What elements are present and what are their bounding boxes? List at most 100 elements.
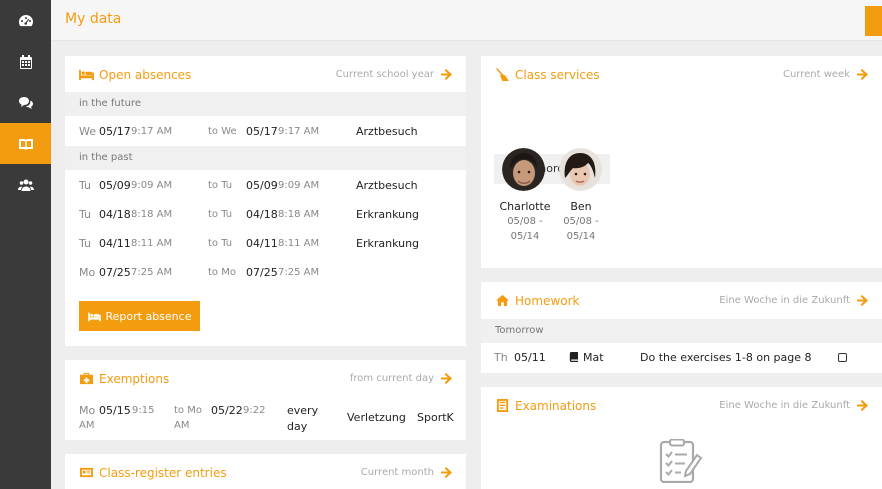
absence-reason: Arztbesuch — [356, 125, 418, 138]
from-ampm: AM — [79, 420, 95, 431]
panel-title: Class services — [515, 68, 600, 82]
to-date: 07/25 — [246, 266, 278, 279]
frequency-line-1: every — [287, 404, 319, 417]
to-time: 9:09 AM — [278, 180, 320, 191]
avatar[interactable] — [559, 148, 602, 191]
arrow-right-icon[interactable] — [856, 294, 869, 307]
open-absences-panel: Open absences Current school year in the… — [65, 56, 466, 346]
absence-row[interactable]: Tu 04/18 8:18 AM to Tu 04/18 8:18 AM Erk… — [65, 200, 466, 229]
panel-header: Exemptions from current day — [65, 360, 466, 398]
users-icon — [17, 179, 34, 191]
from-time: 9:15 — [132, 405, 155, 416]
to-date: 05/22 — [211, 404, 243, 417]
future-section-label: in the future — [65, 92, 466, 116]
from-time: 9:09 AM — [131, 180, 173, 191]
period-link[interactable]: Eine Woche in die Zukunft — [719, 295, 850, 306]
past-section-label: in the past — [65, 146, 466, 170]
chat-icon — [18, 96, 33, 109]
sidebar-item-users[interactable] — [0, 164, 51, 205]
from-day: Tu — [79, 237, 92, 250]
from-time: 8:11 AM — [131, 238, 173, 249]
panel-header: Class-register entries Current month — [65, 454, 466, 489]
panel-header: Open absences Current school year — [65, 56, 466, 94]
from-date: 05/09 — [99, 179, 131, 192]
bed-icon — [79, 69, 94, 81]
exam-icon — [496, 399, 509, 412]
person-name: Charlotte — [499, 200, 551, 213]
absence-row[interactable]: Mo 07/25 7:25 AM to Mo 07/25 7:25 AM — [65, 258, 466, 287]
book-icon — [569, 352, 578, 362]
bed-icon — [87, 312, 101, 321]
from-time: 8:18 AM — [131, 209, 173, 220]
exemption-row[interactable]: Mo 05/15 9:15 AM to Mo 05/22 9:22 AM eve… — [65, 402, 466, 436]
from-date: 05/17 — [99, 125, 131, 138]
to-ampm: AM — [174, 420, 190, 431]
homework-text: Do the exercises 1-8 on page 8 — [640, 351, 812, 364]
empty-checklist-icon — [659, 439, 703, 483]
to-prefix: to Tu — [208, 209, 233, 220]
from-day: Mo — [79, 266, 96, 279]
absence-reason: Arztbesuch — [356, 179, 418, 192]
homework-row[interactable]: Th 05/11 Mat Do the exercises 1-8 on pag… — [481, 343, 882, 371]
home-icon — [496, 294, 509, 307]
corner-action-button[interactable] — [865, 6, 882, 36]
to-date: 05/09 — [246, 179, 278, 192]
period-link[interactable]: Current month — [361, 467, 434, 478]
arrow-right-icon[interactable] — [440, 68, 453, 81]
frequency-line-2: day — [287, 420, 308, 433]
from-day: Mo — [79, 404, 96, 417]
panel-header: Homework Eine Woche in die Zukunft — [481, 282, 882, 320]
person-date-to: 05/14 — [510, 231, 540, 242]
absence-row[interactable]: Tu 04/11 8:11 AM to Tu 04/11 8:11 AM Erk… — [65, 229, 466, 258]
to-prefix: to Mo — [208, 267, 236, 278]
from-date: 04/18 — [99, 208, 131, 221]
to-time: 8:11 AM — [278, 238, 320, 249]
homework-done-checkbox[interactable] — [838, 353, 847, 362]
from-date: 07/25 — [99, 266, 131, 279]
top-bar: My data — [51, 0, 882, 41]
person-date-from: 05/08 - — [507, 216, 543, 227]
arrow-right-icon[interactable] — [440, 466, 453, 479]
period-link[interactable]: Eine Woche in die Zukunft — [719, 400, 850, 411]
to-date: 05/17 — [246, 125, 278, 138]
first-aid-icon — [80, 372, 93, 385]
from-day: Tu — [79, 208, 92, 221]
homework-group-label: Tomorrow — [481, 319, 882, 343]
absence-row[interactable]: Tu 05/09 9:09 AM to Tu 05/09 9:09 AM Arz… — [65, 171, 466, 200]
period-link[interactable]: from current day — [350, 373, 434, 384]
to-date: 04/18 — [246, 208, 278, 221]
book-icon — [18, 138, 33, 150]
to-time: 9:17 AM — [278, 126, 320, 137]
from-time: 7:25 AM — [131, 267, 173, 278]
sidebar-item-my-data[interactable] — [0, 123, 51, 164]
arrow-right-icon[interactable] — [440, 372, 453, 385]
to-time: 8:18 AM — [278, 209, 320, 220]
homework-date: 05/11 — [514, 351, 546, 364]
homework-day: Th — [494, 351, 508, 364]
panel-title: Class-register entries — [99, 466, 227, 480]
panel-header: Class services Current week — [481, 56, 882, 94]
sidebar-item-calendar[interactable] — [0, 41, 51, 82]
absence-row[interactable]: We 05/17 9:17 AM to We 05/17 9:17 AM Arz… — [65, 117, 466, 146]
period-link[interactable]: Current week — [783, 69, 850, 80]
arrow-right-icon[interactable] — [856, 399, 869, 412]
sidebar-item-messages[interactable] — [0, 82, 51, 123]
arrow-right-icon[interactable] — [856, 68, 869, 81]
from-time: 9:17 AM — [131, 126, 173, 137]
panel-title: Examinations — [515, 399, 597, 413]
period-link[interactable]: Current school year — [336, 69, 434, 80]
exemption-reason: Verletzung — [347, 411, 406, 424]
report-absence-label: Report absence — [105, 309, 192, 323]
from-date: 04/11 — [99, 237, 131, 250]
report-absence-button[interactable]: Report absence — [79, 301, 200, 331]
id-card-icon — [80, 467, 93, 478]
to-time: 9:22 — [243, 405, 266, 416]
sidebar — [0, 0, 51, 489]
to-prefix: to Mo — [174, 405, 202, 416]
from-day: Tu — [79, 179, 92, 192]
avatar[interactable] — [502, 148, 545, 191]
exemptions-panel: Exemptions from current day Mo 05/15 9:1… — [65, 360, 466, 440]
calendar-icon — [19, 54, 32, 69]
absence-reason: Erkrankung — [356, 237, 420, 250]
sidebar-item-dashboard[interactable] — [0, 0, 51, 41]
